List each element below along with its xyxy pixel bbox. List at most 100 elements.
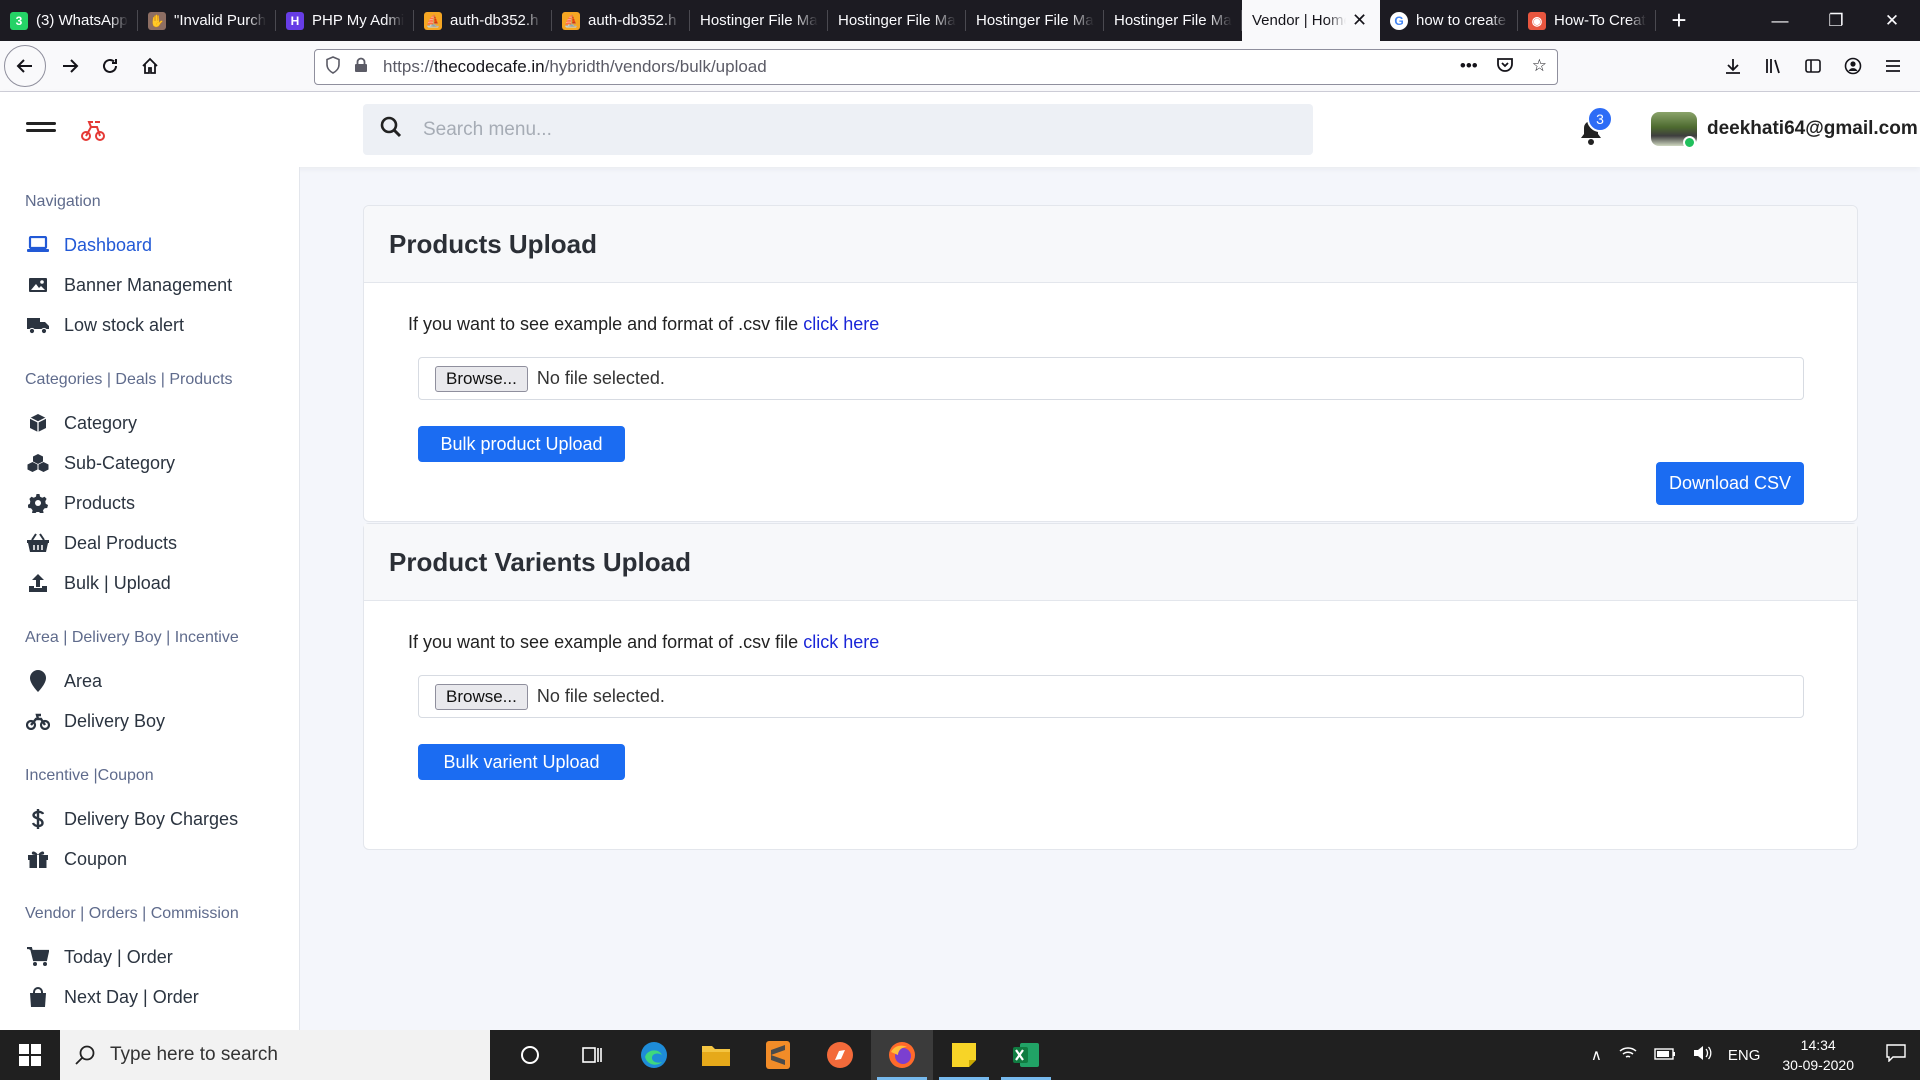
sidebar-item-delivery-boy-charges[interactable]: Delivery Boy Charges: [26, 799, 299, 839]
products-csv-hint: If you want to see example and format of…: [408, 314, 880, 334]
lock-icon[interactable]: [347, 57, 375, 77]
bookmark-star-icon[interactable]: ☆: [1532, 56, 1547, 79]
sidebar-toggle-icon[interactable]: [1796, 47, 1830, 85]
menu-icon[interactable]: [1876, 47, 1910, 85]
taskbar-edge[interactable]: [623, 1030, 685, 1080]
browser-tab[interactable]: ◉ How-To Create: [1518, 0, 1656, 41]
forward-button[interactable]: [50, 46, 90, 86]
taskbar-excel[interactable]: [995, 1030, 1057, 1080]
sidebar-item-today-order[interactable]: Today | Order: [26, 937, 299, 977]
account-icon[interactable]: [1836, 47, 1870, 85]
sidebar-item-products[interactable]: Products: [26, 483, 299, 523]
minimize-icon[interactable]: —: [1752, 0, 1808, 41]
bulk-variant-upload-button[interactable]: Bulk varient Upload: [418, 744, 625, 780]
browser-tab[interactable]: 3 (3) WhatsApp: [0, 0, 138, 41]
browser-tab[interactable]: H PHP My Admin: [276, 0, 414, 41]
downloads-icon[interactable]: [1716, 47, 1750, 85]
browser-tab[interactable]: Ghow to create: [1380, 0, 1518, 41]
close-tab-icon[interactable]: ✕: [1352, 10, 1370, 31]
back-arrow-icon: [16, 59, 32, 73]
basket-icon: [26, 532, 50, 554]
sidebar-item-label: Banner Management: [64, 274, 233, 295]
sidebar-item-category[interactable]: Category: [26, 403, 299, 443]
browser-tab[interactable]: Hostinger File Manager: [1104, 0, 1242, 41]
variants-file-input[interactable]: Browse... No file selected.: [418, 675, 1804, 718]
variants-file-status: No file selected.: [536, 686, 665, 706]
cortana-button[interactable]: [499, 1030, 561, 1080]
products-file-input[interactable]: Browse... No file selected.: [418, 357, 1804, 400]
clock[interactable]: 14:34 30-09-2020: [1782, 1035, 1854, 1075]
browser-tab[interactable]: Vendor | Home ✕: [1242, 0, 1380, 41]
taskbar-firefox[interactable]: [871, 1030, 933, 1080]
sidebar-item-coupon[interactable]: Coupon: [26, 839, 299, 879]
restore-icon[interactable]: ❐: [1808, 0, 1864, 41]
volume-icon[interactable]: [1692, 1045, 1712, 1065]
browser-tab[interactable]: Hostinger File Manager: [690, 0, 828, 41]
sidebar-item-delivery-boy[interactable]: Delivery Boy: [26, 701, 299, 741]
system-tray: ∧ ENG 14:34 30-09-2020: [1583, 1030, 1920, 1080]
pocket-icon[interactable]: [1496, 56, 1514, 79]
sidebar-section-title: Navigation: [25, 193, 101, 210]
sidebar-item-low-stock-alert[interactable]: Low stock alert: [26, 305, 299, 345]
bulk-product-upload-button[interactable]: Bulk product Upload: [418, 426, 625, 462]
variants-csv-example-link[interactable]: click here: [803, 632, 879, 652]
sidebar-item-label: Delivery Boy Charges: [64, 808, 239, 829]
taskbar-search[interactable]: Type here to search: [60, 1030, 490, 1080]
sidebar-item-banner-management[interactable]: Banner Management: [26, 265, 299, 305]
browser-tab[interactable]: Hostinger File Manager: [966, 0, 1104, 41]
sidebar-item-label: Area: [64, 670, 103, 691]
browser-tab[interactable]: ⛵ auth-db352.h: [552, 0, 690, 41]
products-browse-button[interactable]: Browse...: [435, 365, 528, 392]
close-window-icon[interactable]: ✕: [1864, 0, 1920, 41]
shield-icon[interactable]: [319, 56, 347, 78]
reload-button[interactable]: [90, 46, 130, 86]
user-email[interactable]: deekhati64@gmail.com: [1707, 118, 1918, 140]
language-indicator[interactable]: ENG: [1728, 1047, 1761, 1064]
new-tab-button[interactable]: +: [1656, 0, 1702, 41]
search-input[interactable]: [423, 118, 1283, 141]
home-button[interactable]: [130, 46, 170, 86]
folder-icon: [702, 1046, 730, 1066]
notifications-icon[interactable]: [1886, 1044, 1906, 1066]
search-icon: [75, 1045, 95, 1065]
browser-tab[interactable]: ⛵ auth-db352.h: [414, 0, 552, 41]
tab-title: Hostinger File Manager: [838, 12, 956, 29]
sidebar-item-dashboard[interactable]: Dashboard: [26, 225, 299, 265]
network-icon[interactable]: [1618, 1045, 1638, 1065]
tab-separator: [1655, 10, 1656, 31]
task-view-icon: [582, 1047, 602, 1063]
compass-icon: [827, 1042, 853, 1068]
library-icon[interactable]: [1756, 47, 1790, 85]
taskbar-sublime[interactable]: [747, 1030, 809, 1080]
variants-browse-button[interactable]: Browse...: [435, 683, 528, 710]
task-view-button[interactable]: [561, 1030, 623, 1080]
brand-logo[interactable]: [80, 116, 106, 142]
tray-chevron-up-icon[interactable]: ∧: [1591, 1046, 1602, 1064]
sidebar-item-area[interactable]: Area: [26, 661, 299, 701]
start-button[interactable]: [0, 1030, 60, 1080]
truck-icon: [26, 314, 50, 336]
browser-tab[interactable]: Hostinger File Manager: [828, 0, 966, 41]
taskbar-file-explorer[interactable]: [685, 1030, 747, 1080]
variants-upload-card: Product Varients Upload If you want to s…: [363, 523, 1858, 850]
tab-title: Hostinger File Manager: [700, 12, 818, 29]
taskbar-sticky-notes[interactable]: [933, 1030, 995, 1080]
products-csv-example-link[interactable]: click here: [803, 314, 879, 334]
taskbar-brave[interactable]: [809, 1030, 871, 1080]
search-icon: [379, 115, 407, 144]
sidebar-item-next-day-order[interactable]: Next Day | Order: [26, 977, 299, 1017]
sidebar-item-label: Low stock alert: [64, 314, 185, 335]
hamburger-menu-icon[interactable]: [26, 122, 56, 136]
download-csv-button[interactable]: Download CSV: [1656, 462, 1804, 505]
battery-icon[interactable]: [1654, 1047, 1676, 1064]
browser-tab[interactable]: ✋ "Invalid Purchase: [138, 0, 276, 41]
back-button[interactable]: [4, 45, 46, 87]
sidebar-item-deal-products[interactable]: Deal Products: [26, 523, 299, 563]
more-actions-icon[interactable]: •••: [1460, 56, 1478, 79]
address-bar[interactable]: https://thecodecafe.in/hybridth/vendors/…: [314, 49, 1558, 85]
online-status-dot: [1683, 136, 1696, 149]
products-upload-title: Products Upload: [364, 206, 1857, 283]
edge-icon: [641, 1042, 667, 1068]
sidebar-item-sub-category[interactable]: Sub-Category: [26, 443, 299, 483]
sidebar-item-bulk-upload[interactable]: Bulk | Upload: [26, 563, 299, 603]
